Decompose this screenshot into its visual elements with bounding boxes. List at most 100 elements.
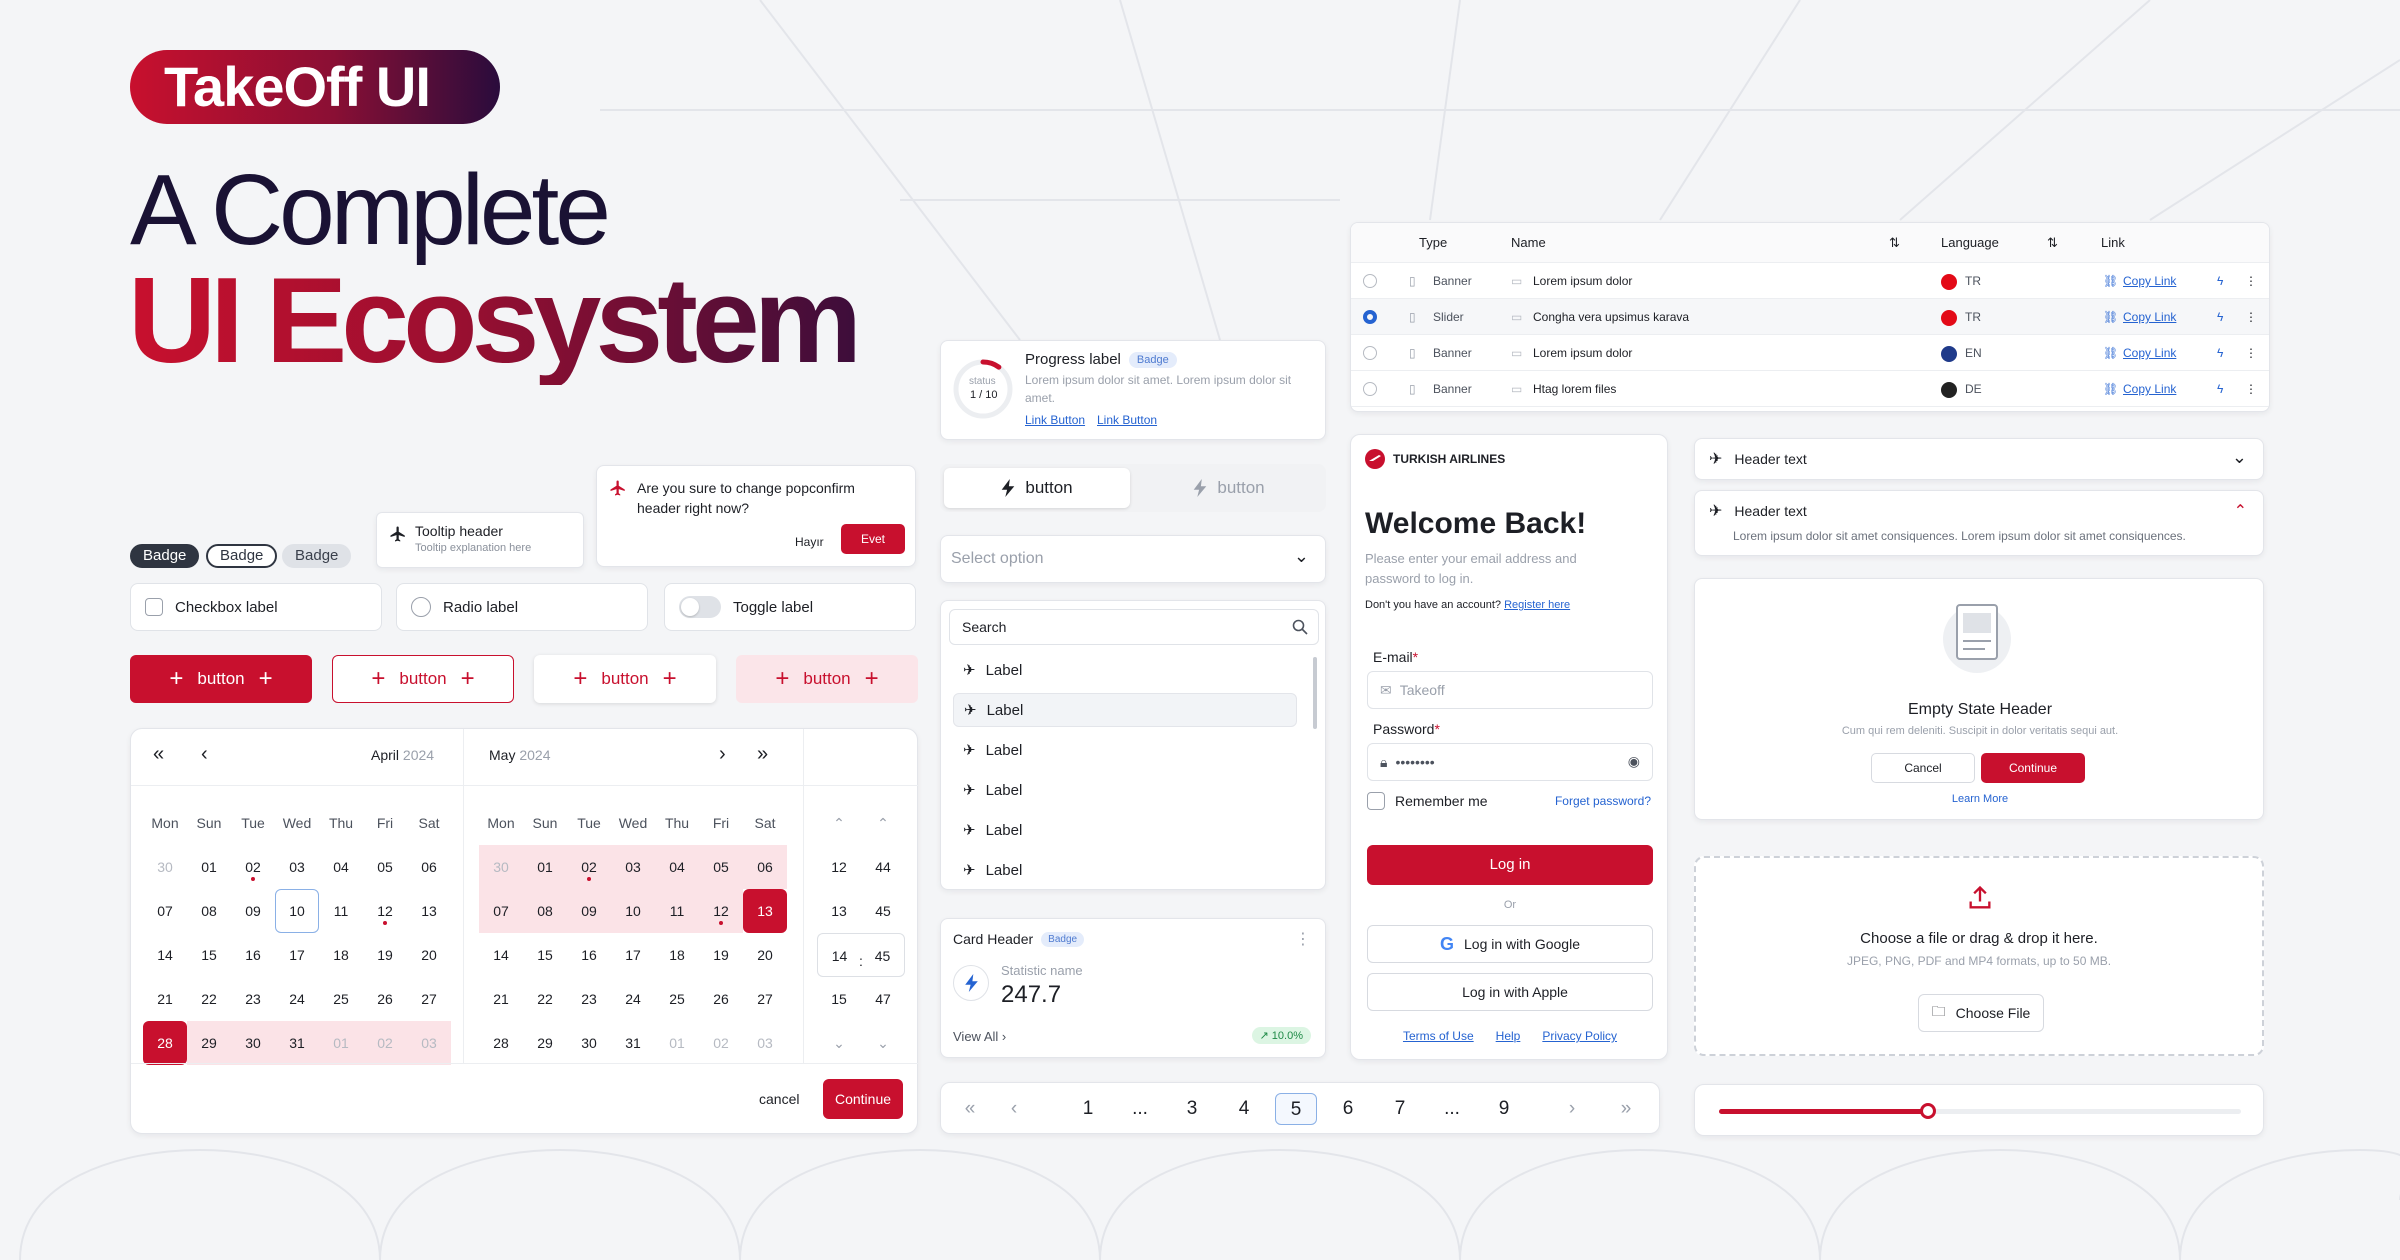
login-button[interactable]: Log in — [1367, 845, 1653, 885]
learn-more-link[interactable]: Learn More — [1695, 793, 2265, 805]
page-number[interactable]: ... — [1119, 1093, 1161, 1125]
forgot-password-link[interactable]: Forget password? — [1555, 794, 1651, 808]
copy-link[interactable]: Copy Link — [2123, 299, 2176, 335]
more-icon[interactable]: ⋮ — [2245, 299, 2257, 335]
email-field[interactable]: ✉ Takeoff — [1367, 671, 1653, 709]
double-chevron-left-icon[interactable]: « — [153, 743, 164, 766]
calendar-day[interactable]: 30 — [143, 845, 187, 889]
page-number[interactable]: 7 — [1379, 1093, 1421, 1125]
calendar-day[interactable]: 22 — [523, 977, 567, 1021]
calendar-day[interactable]: 18 — [655, 933, 699, 977]
calendar-day[interactable]: 19 — [363, 933, 407, 977]
outline-button[interactable]: + button + — [332, 655, 514, 703]
row-radio[interactable] — [1363, 310, 1377, 324]
copy-link[interactable]: Copy Link — [2123, 335, 2176, 371]
calendar-day[interactable]: 13 — [743, 889, 787, 933]
calendar-day[interactable]: 02 — [699, 1021, 743, 1065]
copy-link[interactable]: Copy Link — [2123, 371, 2176, 407]
checkbox-control[interactable]: Checkbox label — [130, 583, 382, 631]
calendar-day[interactable]: 02 — [567, 845, 611, 889]
calendar-day[interactable]: 02 — [363, 1021, 407, 1065]
calendar-day[interactable]: 21 — [479, 977, 523, 1021]
calendar-day[interactable]: 10 — [275, 889, 319, 933]
prev-page-icon[interactable]: ‹ — [993, 1093, 1035, 1125]
bolt-icon[interactable]: ϟ — [2217, 263, 2223, 299]
page-number[interactable]: 3 — [1171, 1093, 1213, 1125]
radio-circle[interactable] — [411, 597, 431, 617]
chevron-left-icon[interactable]: ‹ — [201, 743, 208, 766]
calendar-day[interactable]: 26 — [363, 977, 407, 1021]
remember-checkbox[interactable] — [1367, 792, 1385, 810]
calendar-day[interactable]: 13 — [407, 889, 451, 933]
calendar-day[interactable]: 06 — [743, 845, 787, 889]
list-item[interactable]: ✈ Label — [953, 693, 1297, 727]
last-page-icon[interactable]: » — [1605, 1093, 1647, 1125]
calendar-day[interactable]: 09 — [567, 889, 611, 933]
slider-track[interactable] — [1719, 1103, 2241, 1119]
calendar-day[interactable]: 15 — [187, 933, 231, 977]
segment-1[interactable]: button — [944, 468, 1130, 508]
page-number[interactable]: ... — [1431, 1093, 1473, 1125]
calendar-day[interactable]: 28 — [143, 1021, 187, 1065]
choose-file-button[interactable]: 🗀 Choose File — [1918, 994, 2044, 1032]
calendar-day[interactable]: 01 — [655, 1021, 699, 1065]
table-row[interactable]: ▯ Banner ▭ Lorem ipsum dolor EN ⛓ Copy Link ϟ ⋮ — [1351, 335, 2269, 371]
calendar-day[interactable]: 25 — [319, 977, 363, 1021]
calendar-day[interactable]: 03 — [275, 845, 319, 889]
more-icon[interactable]: ⋮ — [1295, 929, 1311, 949]
chevron-up-icon[interactable]: ⌃ — [817, 801, 861, 845]
calendar-day[interactable]: 23 — [231, 977, 275, 1021]
calendar-day[interactable]: 17 — [611, 933, 655, 977]
more-icon[interactable]: ⋮ — [2245, 371, 2257, 407]
file-upload-dropzone[interactable]: Choose a file or drag & drop it here. JP… — [1694, 856, 2264, 1056]
calendar-day[interactable]: 24 — [611, 977, 655, 1021]
row-radio[interactable] — [1363, 346, 1377, 360]
accordion-collapsed[interactable]: ✈ Header text ⌄ — [1694, 438, 2264, 480]
sort-icon[interactable]: ⇅ — [1889, 223, 1900, 263]
calendar-day[interactable]: 16 — [231, 933, 275, 977]
calendar-day[interactable]: 22 — [187, 977, 231, 1021]
calendar-day[interactable]: 14 — [143, 933, 187, 977]
calendar-day[interactable]: 01 — [187, 845, 231, 889]
calendar-day[interactable]: 31 — [611, 1021, 655, 1065]
calendar-day[interactable]: 01 — [319, 1021, 363, 1065]
sort-icon[interactable]: ⇅ — [2047, 223, 2058, 263]
eye-icon[interactable]: ◉ — [1628, 753, 1640, 770]
calendar-day[interactable]: 12 — [699, 889, 743, 933]
bolt-icon[interactable]: ϟ — [2217, 371, 2223, 407]
copy-link[interactable]: Copy Link — [2123, 263, 2176, 299]
select-dropdown[interactable]: Select option ⌄ — [940, 535, 1326, 583]
chevron-down-icon[interactable]: ⌄ — [861, 1021, 905, 1065]
calendar-day[interactable]: 25 — [655, 977, 699, 1021]
list-item[interactable]: ✈ Label — [953, 733, 1297, 767]
slider-thumb[interactable] — [1919, 1103, 1936, 1119]
calendar-day[interactable]: 12 — [363, 889, 407, 933]
calendar-day[interactable]: 31 — [275, 1021, 319, 1065]
list-search-input[interactable]: Search — [949, 609, 1319, 645]
calendar-day[interactable]: 24 — [275, 977, 319, 1021]
calendar-continue-button[interactable]: Continue — [823, 1079, 903, 1119]
calendar-day[interactable]: 05 — [699, 845, 743, 889]
calendar-day[interactable]: 14 — [479, 933, 523, 977]
first-page-icon[interactable]: « — [949, 1093, 991, 1125]
calendar-day[interactable]: 07 — [479, 889, 523, 933]
hour-column[interactable]: ⌃ 12 13 14 15 ⌄ — [817, 801, 861, 1065]
page-number[interactable]: 4 — [1223, 1093, 1265, 1125]
calendar-day[interactable]: 04 — [655, 845, 699, 889]
calendar-day[interactable]: 15 — [523, 933, 567, 977]
bolt-icon[interactable]: ϟ — [2217, 299, 2223, 335]
progress-link-2[interactable]: Link Button — [1097, 413, 1157, 427]
calendar-day[interactable]: 03 — [407, 1021, 451, 1065]
apple-login-button[interactable]: Log in with Apple — [1367, 973, 1653, 1011]
calendar-day[interactable]: 06 — [407, 845, 451, 889]
radio-control[interactable]: Radio label — [396, 583, 648, 631]
more-icon[interactable]: ⋮ — [2245, 263, 2257, 299]
empty-continue-button[interactable]: Continue — [1981, 753, 2085, 783]
calendar-day[interactable]: 28 — [479, 1021, 523, 1065]
calendar-day[interactable]: 30 — [231, 1021, 275, 1065]
calendar-day[interactable]: 20 — [407, 933, 451, 977]
calendar-day[interactable]: 21 — [143, 977, 187, 1021]
calendar-cancel-button[interactable]: cancel — [759, 1091, 799, 1107]
password-field[interactable]: 🔒︎ •••••••• ◉ — [1367, 743, 1653, 781]
list-scrollbar[interactable] — [1313, 657, 1317, 729]
